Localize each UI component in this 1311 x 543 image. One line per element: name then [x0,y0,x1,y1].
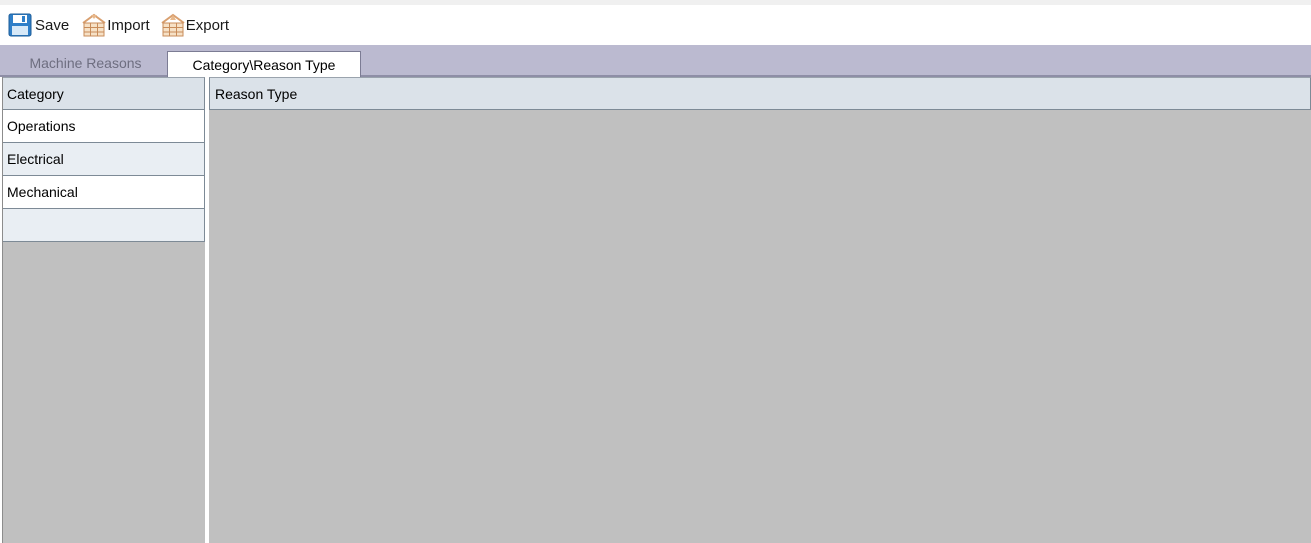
category-row[interactable]: Mechanical [3,176,205,209]
category-grid: Category Operations Electrical Mechanica… [2,77,205,543]
tab-category-reason-type[interactable]: Category\Reason Type [167,51,361,77]
category-row[interactable]: Operations [3,110,205,143]
category-new-row[interactable] [3,209,205,242]
save-label: Save [35,16,70,34]
export-table-icon [158,12,185,38]
import-table-icon [79,12,106,38]
save-floppy-icon [7,12,33,38]
category-row[interactable]: Electrical [3,143,205,176]
category-column-header[interactable]: Category [3,77,205,110]
reason-type-grid: Reason Type [209,77,1311,543]
tab-strip: Machine Reasons Category\Reason Type [0,45,1311,77]
save-button[interactable]: Save [3,10,73,40]
export-button[interactable]: Export [154,10,233,40]
app-window: Save Import Export Machine Reasons Categ… [0,0,1311,543]
tab-machine-reasons[interactable]: Machine Reasons [8,51,163,75]
export-label: Export [185,16,230,34]
reason-type-column-header[interactable]: Reason Type [209,77,1311,110]
import-button[interactable]: Import [75,10,154,40]
tab-content: Category Operations Electrical Mechanica… [0,77,1311,543]
import-label: Import [107,16,150,34]
toolbar: Save Import Export [0,5,1311,45]
